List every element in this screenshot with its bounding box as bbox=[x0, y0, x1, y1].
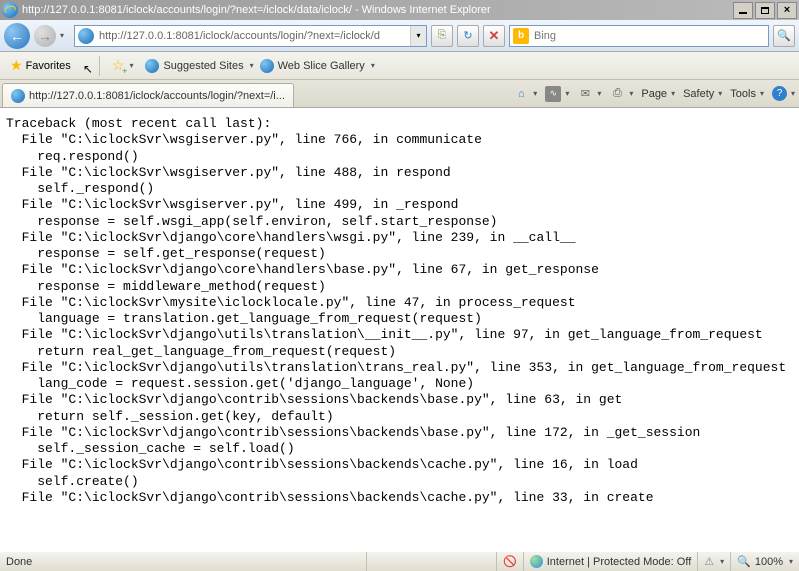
popup-blocked-indicator[interactable]: 🚫 bbox=[497, 552, 524, 571]
bing-icon: b bbox=[513, 28, 529, 44]
chevron-down-icon: ▾ bbox=[250, 61, 254, 70]
home-button[interactable]: ⌂▾ bbox=[513, 86, 537, 102]
add-favorite-button[interactable]: ☆+ ▾ bbox=[106, 55, 140, 76]
shield-icon: ⚠ bbox=[704, 555, 714, 568]
command-bar: ⌂▾ ∿▾ ✉▾ ⎙▾ Page▾ Safety▾ Tools▾ ?▾ bbox=[513, 80, 795, 107]
close-button[interactable]: × bbox=[777, 2, 797, 19]
search-bar: b bbox=[509, 25, 769, 47]
progress-slot bbox=[367, 552, 497, 571]
window-title: http://127.0.0.1:8081/iclock/accounts/lo… bbox=[22, 4, 733, 16]
search-input[interactable] bbox=[532, 30, 768, 42]
forward-button[interactable]: → bbox=[34, 25, 56, 47]
star-add-icon: ☆+ bbox=[112, 57, 125, 74]
favorites-button[interactable]: ★ Favorites bbox=[4, 55, 77, 76]
chevron-down-icon: ▾ bbox=[129, 61, 133, 70]
cursor-icon: ↖ bbox=[83, 62, 93, 76]
web-slice-link[interactable]: Web Slice Gallery ▾ bbox=[260, 59, 375, 73]
favorites-label: Favorites bbox=[26, 60, 71, 72]
zoom-icon: 🔍 bbox=[737, 555, 751, 568]
web-slice-label: Web Slice Gallery bbox=[278, 60, 365, 72]
page-label: Page bbox=[641, 88, 667, 100]
tools-label: Tools bbox=[730, 88, 756, 100]
rss-icon: ∿ bbox=[545, 86, 561, 102]
page-icon bbox=[78, 28, 94, 44]
help-icon: ? bbox=[772, 86, 787, 101]
nav-history-dropdown[interactable]: ▾ bbox=[60, 31, 70, 40]
tab-bar: http://127.0.0.1:8081/iclock/accounts/lo… bbox=[0, 80, 799, 108]
address-dropdown[interactable]: ▾ bbox=[410, 26, 426, 46]
zone-label: Internet | Protected Mode: Off bbox=[547, 556, 692, 568]
tools-menu[interactable]: Tools▾ bbox=[730, 88, 764, 100]
read-mail-button[interactable]: ✉▾ bbox=[577, 86, 601, 102]
ie-icon bbox=[2, 2, 18, 18]
url-input[interactable] bbox=[97, 30, 410, 42]
popup-icon: 🚫 bbox=[503, 555, 517, 568]
search-button[interactable]: 🔍 bbox=[773, 25, 795, 47]
back-button[interactable]: ← bbox=[4, 23, 30, 49]
browser-tab[interactable]: http://127.0.0.1:8081/iclock/accounts/lo… bbox=[2, 83, 294, 107]
site-icon bbox=[145, 59, 159, 73]
tab-title: http://127.0.0.1:8081/iclock/accounts/lo… bbox=[29, 90, 285, 102]
zoom-value: 100% bbox=[755, 556, 783, 568]
protected-mode-indicator[interactable]: ⚠▾ bbox=[698, 552, 731, 571]
chevron-down-icon: ▾ bbox=[789, 557, 793, 566]
mail-icon: ✉ bbox=[577, 86, 593, 102]
minimize-button[interactable] bbox=[733, 2, 753, 19]
safety-label: Safety bbox=[683, 88, 714, 100]
feeds-button[interactable]: ∿▾ bbox=[545, 86, 569, 102]
star-icon: ★ bbox=[10, 57, 23, 74]
slice-icon bbox=[260, 59, 274, 73]
safety-menu[interactable]: Safety▾ bbox=[683, 88, 722, 100]
address-bar: ▾ bbox=[74, 25, 427, 47]
home-icon: ⌂ bbox=[513, 86, 529, 102]
status-text: Done bbox=[0, 552, 367, 571]
chevron-down-icon: ▾ bbox=[371, 61, 375, 70]
zoom-control[interactable]: 🔍 100% ▾ bbox=[731, 552, 799, 571]
traceback-text: Traceback (most recent call last): File … bbox=[6, 116, 793, 506]
compat-button[interactable]: ⎘ bbox=[431, 25, 453, 47]
globe-icon bbox=[530, 555, 543, 568]
suggested-sites-label: Suggested Sites bbox=[163, 60, 243, 72]
help-button[interactable]: ?▾ bbox=[772, 86, 795, 101]
maximize-button[interactable] bbox=[755, 2, 775, 19]
favorites-bar: ★ Favorites ↖ ☆+ ▾ Suggested Sites ▾ Web… bbox=[0, 52, 799, 80]
separator bbox=[99, 56, 100, 76]
print-button[interactable]: ⎙▾ bbox=[609, 86, 633, 102]
refresh-button[interactable]: ↻ bbox=[457, 25, 479, 47]
window-buttons: × bbox=[733, 2, 797, 19]
page-content[interactable]: Traceback (most recent call last): File … bbox=[0, 108, 799, 551]
stop-button[interactable]: ✕ bbox=[483, 25, 505, 47]
page-menu[interactable]: Page▾ bbox=[641, 88, 675, 100]
suggested-sites-link[interactable]: Suggested Sites ▾ bbox=[145, 59, 253, 73]
tab-page-icon bbox=[11, 89, 25, 103]
status-bar: Done 🚫 Internet | Protected Mode: Off ⚠▾… bbox=[0, 551, 799, 571]
print-icon: ⎙ bbox=[609, 86, 625, 102]
navigation-bar: ← → ▾ ▾ ⎘ ↻ ✕ b 🔍 bbox=[0, 20, 799, 52]
title-bar: http://127.0.0.1:8081/iclock/accounts/lo… bbox=[0, 0, 799, 20]
security-zone[interactable]: Internet | Protected Mode: Off bbox=[524, 552, 699, 571]
